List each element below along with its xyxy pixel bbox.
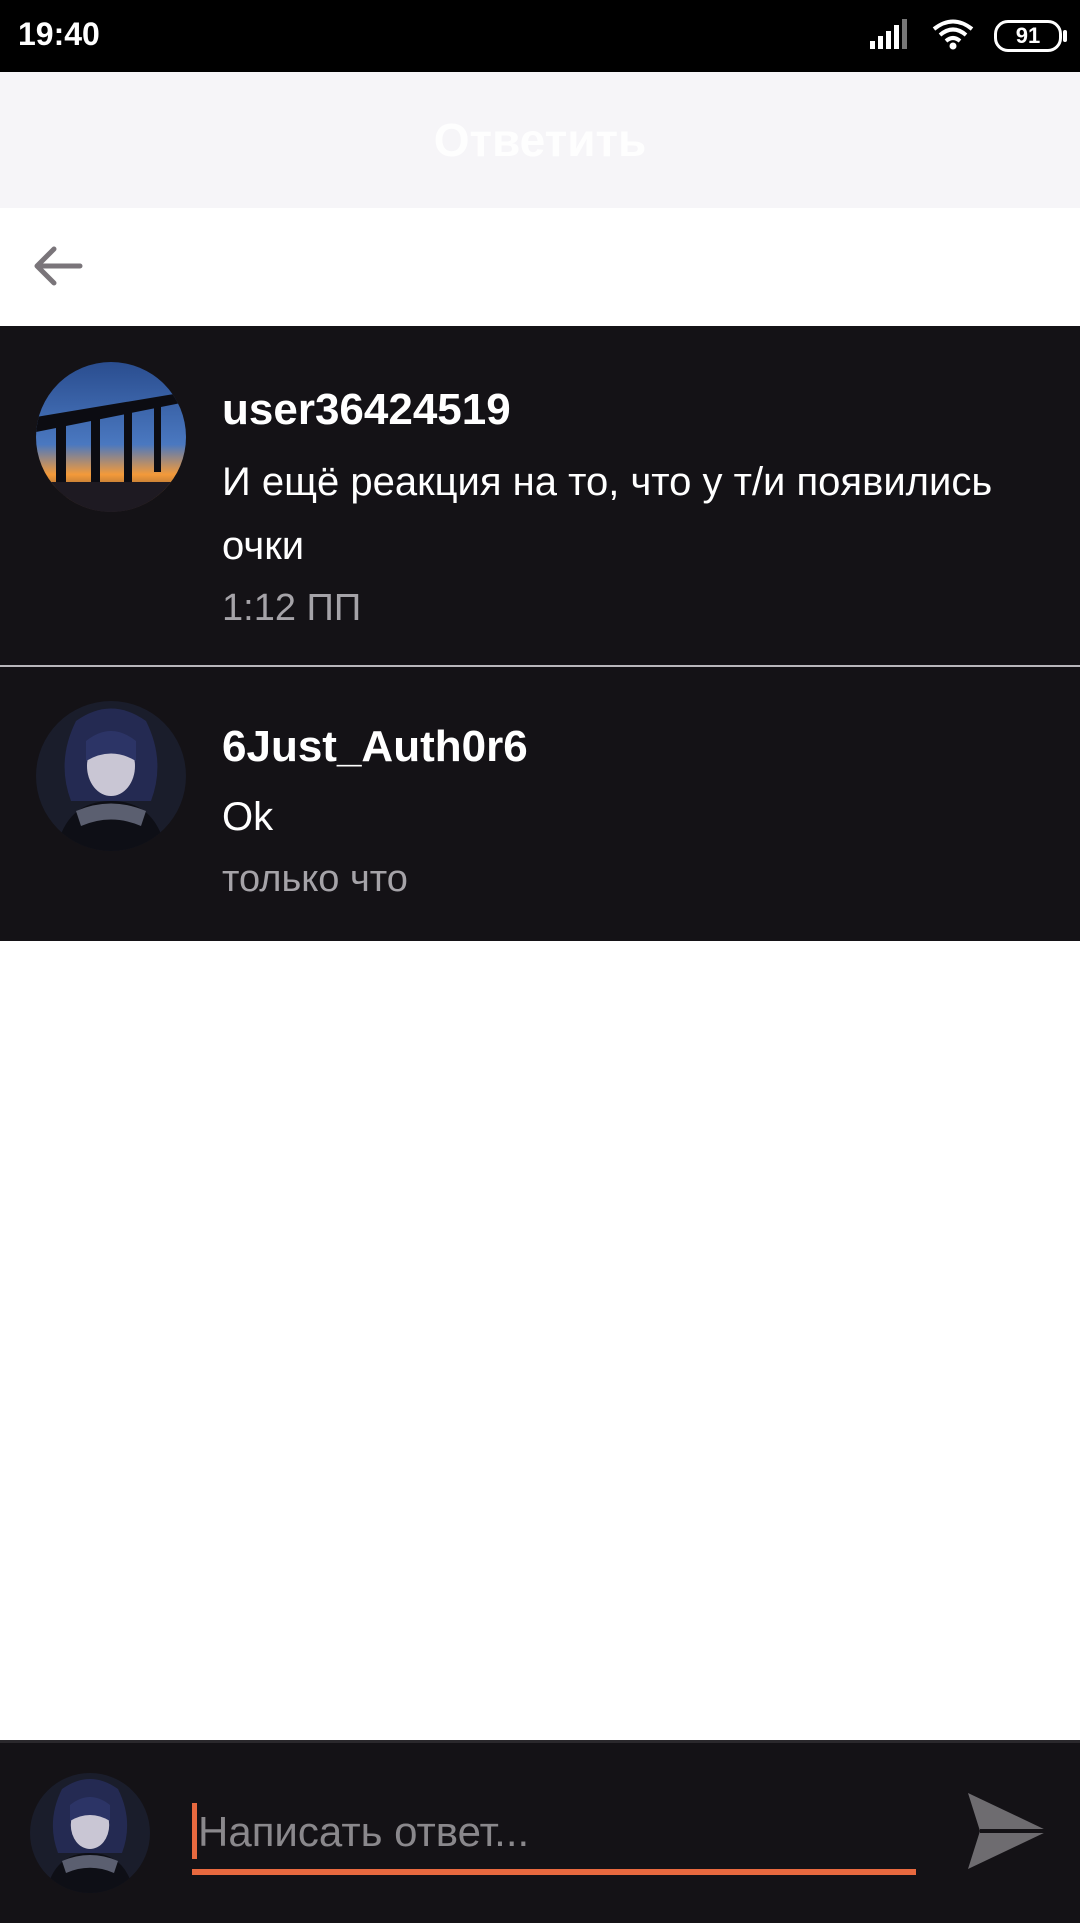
comment-item[interactable]: 6Just_Auth0r6 Ok только что [0,667,1080,941]
comment-body: user36424519 И ещё реакция на то, что у … [222,382,1050,632]
wifi-icon [932,18,974,55]
comment-timestamp: 1:12 ПП [222,587,362,629]
send-button[interactable] [958,1783,1058,1883]
anime-character-avatar[interactable] [36,701,186,851]
comment-timestamp: только что [222,858,408,900]
text-caret [192,1803,197,1859]
title-bar: Ответить [0,72,1080,208]
back-button[interactable] [28,238,88,298]
bridge-sunset-avatar[interactable] [36,362,186,512]
comment-username[interactable]: 6Just_Auth0r6 [222,719,1050,775]
nav-row [0,208,1080,326]
battery-level: 91 [1015,23,1041,48]
status-time: 19:40 [18,16,100,52]
battery-icon: 91 [994,20,1067,52]
comment-item[interactable]: user36424519 И ещё реакция на то, что у … [0,326,1080,665]
comment-text: Ok [222,795,274,839]
status-bar: 19:40 91 [0,0,1080,72]
status-icons: 91 [868,18,1067,55]
anime-character-avatar [30,1773,150,1893]
comment-body: 6Just_Auth0r6 Ok только что [222,719,1050,903]
arrow-left-icon [32,244,84,293]
reply-input[interactable] [192,1795,916,1875]
comment-text: И ещё реакция на то, что у т/и появились… [222,460,993,568]
reply-bar [0,1740,1080,1923]
page-title: Ответить [433,114,647,166]
comment-username[interactable]: user36424519 [222,382,1050,438]
signal-icon [868,18,912,54]
send-icon [966,1791,1050,1876]
